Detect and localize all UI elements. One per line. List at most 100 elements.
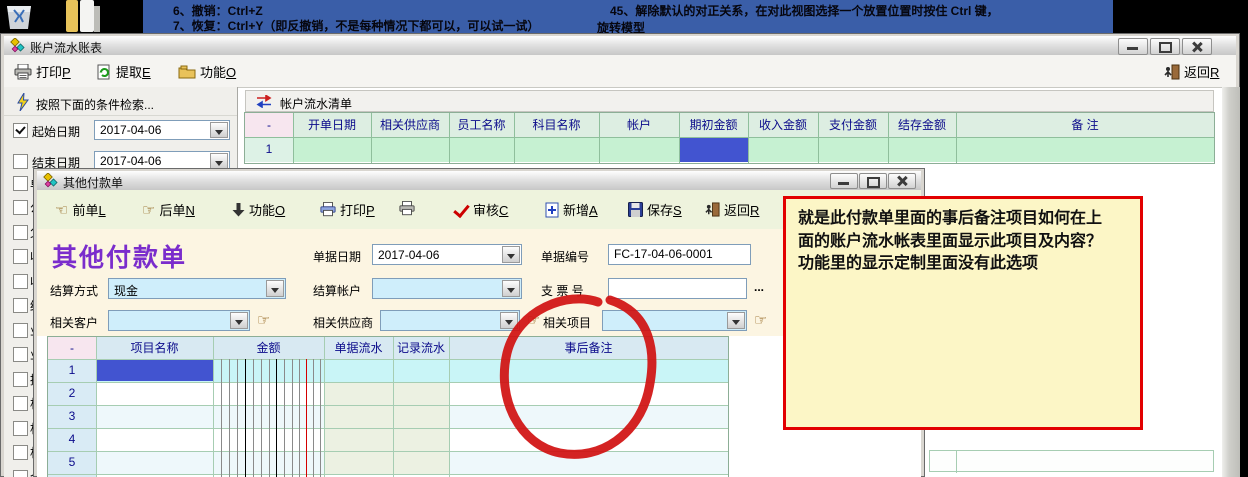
close-icon (896, 175, 908, 187)
checkbox-end-date[interactable] (13, 154, 28, 169)
background-mini-grid (929, 450, 1214, 472)
swap-arrows-icon (255, 95, 273, 108)
checkbox-start-date[interactable] (13, 123, 28, 138)
audit-button[interactable]: 审核C (457, 200, 508, 219)
main-grid-titlebar: 帐户流水清单 (245, 90, 1214, 112)
column-header: 项目名称 (96, 337, 213, 359)
start-date-combo[interactable]: 2017-04-06 (94, 120, 230, 140)
checkbox-filter[interactable] (13, 323, 28, 338)
dialog-maximize-button[interactable] (859, 173, 887, 189)
checkbox-filter[interactable] (13, 470, 28, 477)
note-line: 就是此付款单里面的事后备注项目如何在上 (798, 208, 1128, 231)
end-date-value: 2017-04-06 (100, 154, 161, 168)
table-row[interactable] (293, 137, 1214, 162)
row-number-cell[interactable]: 4 (48, 428, 96, 451)
close-button[interactable] (1182, 38, 1212, 55)
maximize-icon (867, 177, 880, 188)
checkbox-filter[interactable] (13, 372, 28, 387)
printer-icon[interactable] (399, 201, 415, 216)
checkbox-filter[interactable] (13, 298, 28, 313)
desktop-folder-icon[interactable] (60, 0, 106, 32)
app-icon (10, 38, 26, 53)
row-number-cell[interactable]: 3 (48, 405, 96, 428)
doc-date-value: 2017-04-06 (378, 248, 439, 262)
more-button[interactable]: ... (754, 280, 764, 294)
lookup-hand-icon[interactable]: ☞ (754, 311, 767, 329)
grid-corner-header: - (245, 113, 293, 137)
add-button[interactable]: 新增A (545, 200, 598, 219)
column-header: 帐户 (599, 113, 679, 137)
maximize-button[interactable] (1150, 38, 1180, 55)
row-number-cell[interactable]: 1 (48, 359, 96, 382)
account-flow-grid: - 开单日期 相关供应商 员工名称 科目名称 帐户 期初金额 收入金额 支付金额… (244, 112, 1215, 164)
column-header: 开单日期 (293, 113, 371, 137)
main-titlebar: 账户流水账表 (4, 36, 1236, 56)
grid-corner-header: - (48, 337, 96, 359)
return-button[interactable]: 返回R (1164, 62, 1219, 81)
note-line: 功能里的显示定制里面没有此选项 (798, 253, 1128, 276)
row-number-cell[interactable]: 5 (48, 451, 96, 474)
dialog-minimize-button[interactable] (830, 173, 858, 189)
selected-cell[interactable] (680, 138, 748, 162)
save-button[interactable]: 保存S (628, 200, 682, 219)
minimize-icon (1127, 47, 1138, 50)
selected-cell[interactable] (97, 360, 213, 381)
dropdown-arrow-icon[interactable] (502, 246, 520, 263)
dialog-titlebar: 其他付款单 (37, 171, 921, 191)
checkbox-filter[interactable] (13, 249, 28, 264)
checkbox-filter[interactable] (13, 200, 28, 215)
dialog-return-button[interactable]: 返回R (705, 200, 759, 219)
recycle-bin-icon[interactable] (2, 0, 36, 30)
main-grid-title: 帐户流水清单 (280, 95, 352, 112)
checkbox-filter[interactable] (13, 445, 28, 460)
doc-date-combo[interactable]: 2017-04-06 (372, 244, 522, 265)
bg-tip-line1-right: 45、解除默认的对正关系，在对此视图选择一个放置位置时按住 Ctrl 键， (610, 2, 999, 19)
dropdown-arrow-icon[interactable] (727, 312, 745, 329)
extract-icon (96, 64, 112, 80)
checkbox-filter[interactable] (13, 396, 28, 411)
maximize-icon (1159, 42, 1172, 53)
dialog-close-button[interactable] (888, 173, 916, 189)
bg-tip-line2-left: 7、恢复：Ctrl+Y（即反撤销，不是每种情况下都可以，可以试一试） (173, 17, 539, 34)
function-button[interactable]: 功能O (178, 62, 236, 81)
dropdown-arrow-icon[interactable] (210, 153, 228, 169)
doc-no-label: 单据编号 (541, 248, 589, 265)
amount-ruled-lines (213, 359, 324, 477)
checkbox-filter[interactable] (13, 274, 28, 289)
extract-button[interactable]: 提取E (96, 62, 151, 81)
annotation-note: 就是此付款单里面的事后备注项目如何在上 面的账户流水帐表里面显示此项目及内容？ … (783, 196, 1143, 430)
printer-icon (14, 64, 32, 80)
print-button[interactable]: 打印P (14, 62, 71, 81)
dropdown-arrow-icon[interactable] (230, 312, 248, 329)
search-button[interactable]: 按照下面的条件检索... (4, 90, 237, 116)
next-doc-button[interactable]: ☞ 后单N (142, 200, 195, 219)
lookup-hand-icon[interactable]: ☞ (257, 311, 270, 329)
desktop-strip: 6、撤销：Ctrl+Z 7、恢复：Ctrl+Y（即反撤销，不是每种情况下都可以，… (0, 0, 1248, 33)
dropdown-arrow-icon[interactable] (210, 122, 228, 138)
column-header: 科目名称 (514, 113, 599, 137)
function-folder-icon (178, 65, 196, 79)
column-header: 收入金额 (748, 113, 818, 137)
checkbox-filter[interactable] (13, 421, 28, 436)
checkbox-filter[interactable] (13, 176, 28, 191)
row-number-cell[interactable]: 2 (48, 382, 96, 405)
customer-combo[interactable] (108, 310, 250, 331)
hand-left-icon: ☜ (55, 201, 68, 219)
prev-doc-button[interactable]: ☜ 前单L (55, 200, 106, 219)
dialog-print-button[interactable]: 打印P (320, 200, 375, 219)
column-header: 备 注 (956, 113, 1214, 137)
checkbox-filter[interactable] (13, 347, 28, 362)
dialog-heading: 其他付款单 (52, 238, 187, 274)
hand-right-icon: ☞ (142, 201, 155, 219)
row-number-cell[interactable]: 1 (245, 137, 293, 162)
dialog-function-button[interactable]: 功能O (232, 200, 285, 219)
settle-method-combo[interactable]: 现金 (108, 278, 286, 299)
column-header: 记录流水 (393, 337, 449, 359)
checkbox-filter[interactable] (13, 225, 28, 240)
column-header: 相关供应商 (371, 113, 449, 137)
column-header: 支付金额 (818, 113, 888, 137)
supplier-label: 相关供应商 (313, 314, 373, 331)
doc-no-field[interactable]: FC-17-04-06-0001 (608, 244, 751, 265)
minimize-button[interactable] (1118, 38, 1148, 55)
dropdown-arrow-icon[interactable] (266, 280, 284, 297)
